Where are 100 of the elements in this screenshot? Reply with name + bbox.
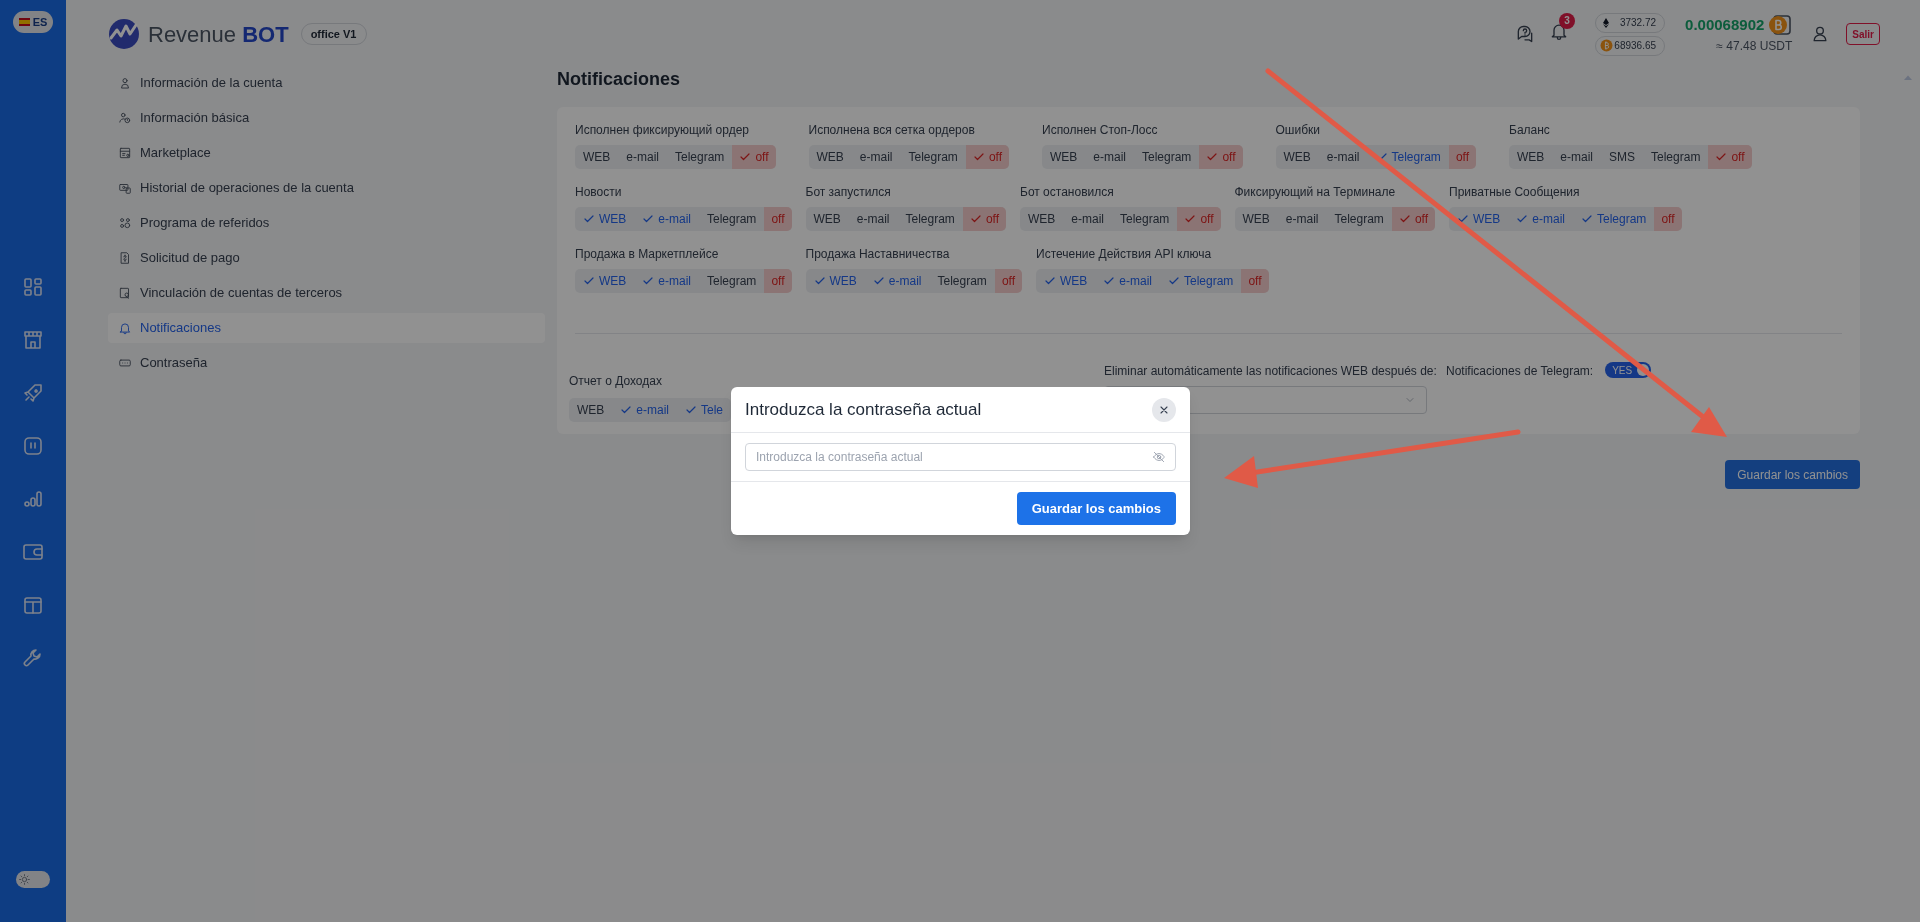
flag-icon: [18, 18, 30, 26]
group-title: Ошибки: [1275, 122, 1321, 139]
channel-option[interactable]: e-mail: [864, 269, 930, 293]
channel-option[interactable]: e-mail: [851, 145, 901, 169]
off-option[interactable]: off: [962, 207, 1006, 231]
channel-option[interactable]: e-mail: [618, 145, 667, 169]
channel-option[interactable]: e-mail: [612, 398, 677, 422]
channel-option[interactable]: WEB: [575, 207, 635, 231]
channel-option[interactable]: WEB: [1036, 269, 1096, 293]
channel-option[interactable]: Telegram: [929, 269, 995, 293]
channel-option[interactable]: WEB: [808, 145, 852, 169]
channel-option[interactable]: WEB: [1020, 207, 1064, 231]
off-option[interactable]: off: [994, 269, 1022, 293]
off-option[interactable]: off: [1391, 207, 1435, 231]
channel-option[interactable]: Telegram: [1112, 207, 1178, 231]
channel-option[interactable]: WEB: [1449, 207, 1509, 231]
check-icon: [813, 275, 826, 287]
menu-item[interactable]: Información básica: [108, 103, 545, 133]
check-icon: [583, 275, 595, 287]
channel-option[interactable]: Telegram: [667, 145, 733, 169]
close-button[interactable]: [1152, 397, 1176, 422]
off-option[interactable]: off: [764, 207, 792, 231]
menu-item[interactable]: Información de la cuenta: [108, 68, 545, 98]
menu-item[interactable]: Solicitud de pago: [108, 243, 545, 273]
channel-option[interactable]: SMS: [1601, 145, 1644, 169]
password-icon: [118, 356, 132, 370]
channel-option[interactable]: Telegram: [1643, 145, 1709, 169]
channel-option[interactable]: Telegram: [1160, 269, 1242, 293]
channel-option[interactable]: Telegram: [1134, 145, 1200, 169]
channel-option[interactable]: Telegram: [1367, 145, 1449, 169]
document-icon: [118, 286, 132, 300]
channel-option[interactable]: Telegram: [897, 207, 963, 231]
channel-option[interactable]: e-mail: [848, 207, 898, 231]
channel-option[interactable]: Tele: [677, 398, 732, 422]
menu-item[interactable]: Programa de referidos: [108, 208, 545, 238]
channel-option[interactable]: Telegram: [900, 145, 966, 169]
off-option[interactable]: off: [1654, 207, 1682, 231]
bitcoin-icon: [1600, 39, 1614, 52]
channel-option[interactable]: e-mail: [1318, 145, 1368, 169]
check-icon: [642, 275, 655, 287]
check-icon: [620, 404, 633, 416]
channel-option[interactable]: e-mail: [1277, 207, 1327, 231]
channel-option[interactable]: WEB: [1042, 145, 1086, 169]
store-icon: [118, 146, 132, 160]
channel-option[interactable]: WEB: [1234, 207, 1278, 231]
menu-item[interactable]: Vinculación de cuentas de terceros: [108, 278, 545, 308]
channel-option[interactable]: e-mail: [1095, 269, 1160, 293]
group-title: Новости: [575, 184, 623, 201]
history-icon: [118, 181, 132, 195]
theme-toggle[interactable]: [16, 871, 50, 888]
channel-option[interactable]: WEB: [569, 398, 613, 422]
channel-option[interactable]: WEB: [1509, 145, 1553, 169]
store-icon[interactable]: [21, 328, 45, 352]
save-button[interactable]: Guardar los cambios: [1725, 460, 1860, 489]
off-option[interactable]: off: [732, 145, 776, 169]
check-icon: [685, 404, 697, 416]
channel-option[interactable]: Telegram: [1573, 207, 1655, 231]
channel-option[interactable]: e-mail: [1552, 145, 1601, 169]
channel-option[interactable]: e-mail: [1508, 207, 1573, 231]
channel-option[interactable]: WEB: [575, 145, 619, 169]
group-title: Продажа Наставничества: [805, 246, 951, 263]
password-field[interactable]: Introduzca la contraseña actual: [745, 443, 1176, 471]
field-label: Notificaciones de Telegram:: [1446, 363, 1594, 380]
off-option[interactable]: off: [1448, 145, 1476, 169]
save-button[interactable]: Guardar los cambios: [1016, 492, 1176, 525]
rocket-icon[interactable]: [21, 381, 45, 405]
channel-option[interactable]: WEB: [805, 269, 865, 293]
off-option[interactable]: off: [1241, 269, 1269, 293]
check-icon: [1516, 213, 1529, 225]
off-option[interactable]: off: [965, 145, 1009, 169]
dashboard-icon[interactable]: [21, 275, 45, 299]
group-title: Исполнен фиксирующий ордер: [575, 122, 751, 139]
balance-usdt: ≈ 47.48 USDT: [1716, 38, 1793, 55]
channel-option[interactable]: WEB: [1275, 145, 1319, 169]
menu-item[interactable]: Marketplace: [108, 138, 545, 168]
eye-off-icon[interactable]: [1152, 450, 1166, 464]
off-option[interactable]: off: [1708, 145, 1752, 169]
group-title: Баланс: [1509, 122, 1551, 139]
logout-button[interactable]: Salir: [1846, 23, 1880, 45]
off-option[interactable]: off: [764, 269, 792, 293]
off-option[interactable]: off: [1177, 207, 1221, 231]
channel-option[interactable]: Telegram: [1326, 207, 1392, 231]
channel-option[interactable]: WEB: [805, 207, 849, 231]
off-option[interactable]: off: [1199, 145, 1243, 169]
channel-option[interactable]: e-mail: [634, 269, 699, 293]
channel-option[interactable]: WEB: [575, 269, 635, 293]
logo-text: Revenue BOT: [148, 20, 289, 49]
menu-item[interactable]: Historial de operaciones de la cuenta: [108, 173, 545, 203]
channel-option[interactable]: Telegram: [699, 269, 765, 293]
menu-item[interactable]: Notificaciones: [108, 313, 545, 343]
channel-option[interactable]: e-mail: [1063, 207, 1112, 231]
logo-icon: [108, 18, 140, 50]
bitcoin-wallet-icon[interactable]: [1768, 13, 1793, 37]
menu-item[interactable]: Contraseña: [108, 348, 545, 378]
channel-option[interactable]: e-mail: [634, 207, 699, 231]
channel-option[interactable]: e-mail: [1085, 145, 1134, 169]
channel-option[interactable]: Telegram: [699, 207, 765, 231]
group-title: Исполнена вся сетка ордеров: [808, 122, 976, 139]
check-icon: [642, 213, 655, 225]
language-button[interactable]: ES: [12, 11, 54, 33]
